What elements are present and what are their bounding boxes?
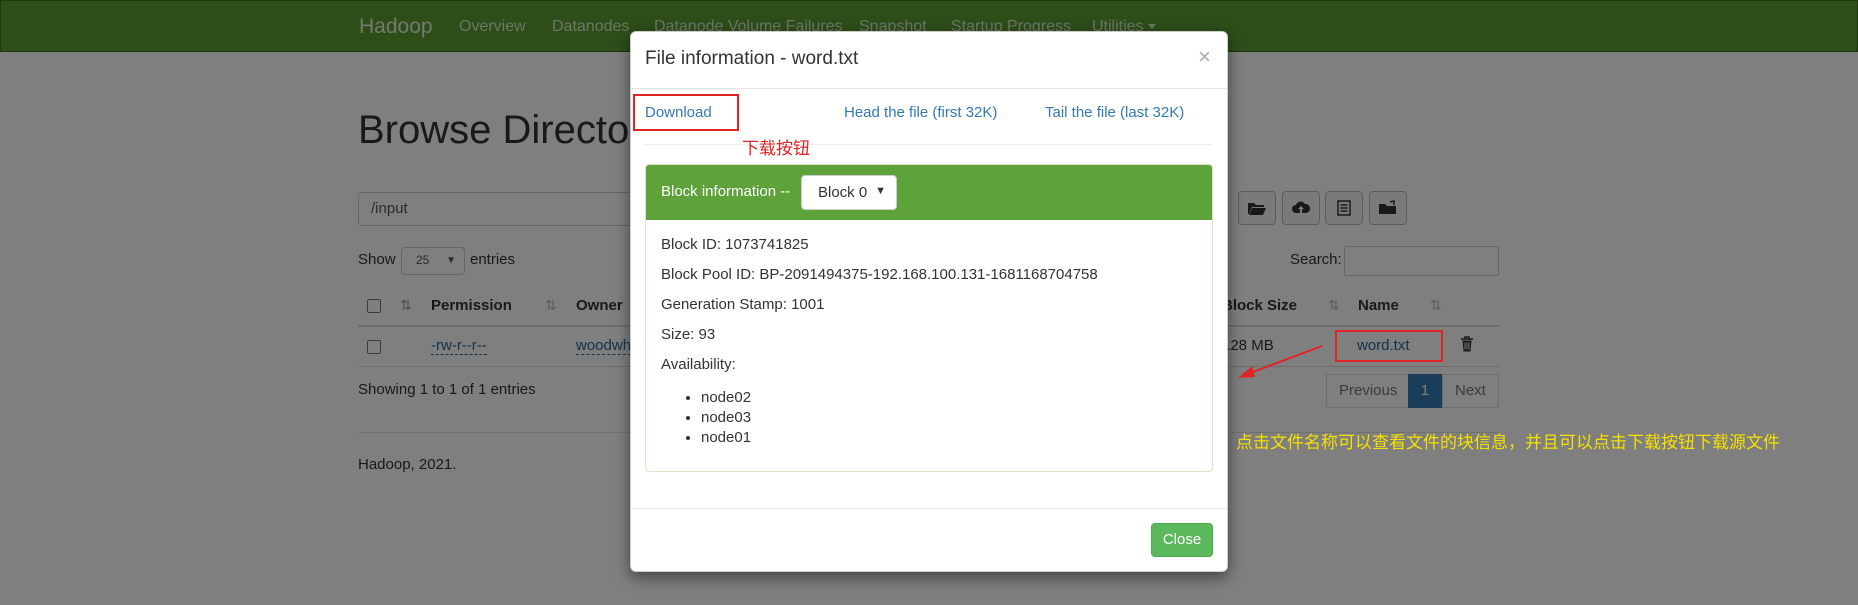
- filename-annotation: 点击文件名称可以查看文件的块信息，并且可以点击下载按钮下载源文件: [1236, 433, 1780, 453]
- annotation-arrow: [1238, 345, 1323, 378]
